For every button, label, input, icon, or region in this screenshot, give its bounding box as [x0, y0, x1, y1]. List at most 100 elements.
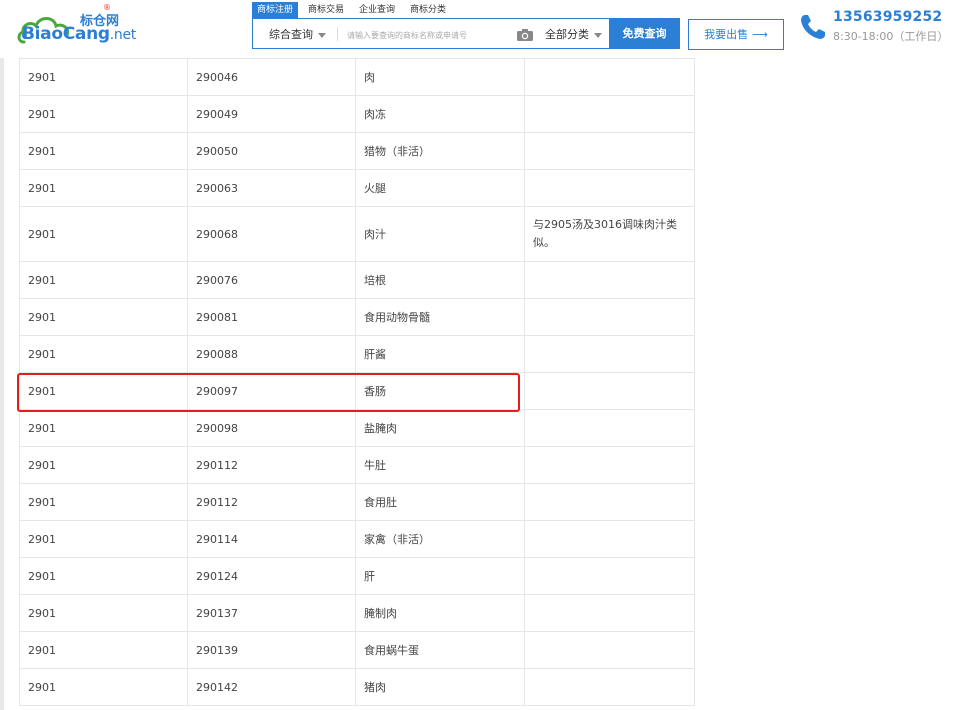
search-input[interactable]: [345, 24, 514, 46]
item-code-cell: 290139: [187, 631, 356, 669]
item-code-cell: 290050: [187, 132, 356, 170]
note-cell: [524, 58, 695, 96]
note-cell: [524, 335, 695, 373]
class-code-cell: 2901: [19, 335, 188, 373]
item-name-cell: 肉汁: [355, 206, 525, 262]
item-code-cell: 290046: [187, 58, 356, 96]
class-code-cell: 2901: [19, 58, 188, 96]
table-row: 2901 290088 肝酱: [19, 335, 695, 373]
table-row: 2901 290050 猎物（非活）: [19, 132, 695, 170]
table-row: 2901 290124 肝: [19, 557, 695, 595]
note-cell: [524, 483, 695, 521]
tab-trademark-classes[interactable]: 商标分类: [405, 2, 451, 18]
item-name-cell: 盐腌肉: [355, 409, 525, 447]
note-cell: 与2905汤及3016调味肉汁类似。: [524, 206, 695, 262]
item-code-cell: 290063: [187, 169, 356, 207]
table-row: 2901 290081 食用动物骨髓: [19, 298, 695, 336]
class-code-cell: 2901: [19, 557, 188, 595]
tab-company-search[interactable]: 企业查询: [354, 2, 400, 18]
tab-trademark-registration[interactable]: 商标注册: [252, 2, 299, 18]
item-name-cell: 火腿: [355, 169, 525, 207]
class-code-cell: 2901: [19, 594, 188, 632]
item-code-cell: 290124: [187, 557, 356, 595]
note-cell: [524, 132, 695, 170]
search-button[interactable]: 免费查询: [609, 18, 680, 49]
note-cell: [524, 409, 695, 447]
camera-icon[interactable]: [516, 28, 534, 42]
note-cell: [524, 446, 695, 484]
item-code-cell: 290097: [187, 372, 356, 410]
item-name-cell: 食用蜗牛蛋: [355, 631, 525, 669]
note-cell: [524, 261, 695, 299]
item-name-cell: 香肠: [355, 372, 525, 410]
item-name-cell: 肝酱: [355, 335, 525, 373]
site-header: 标仓网 ® BiaoCang.net 商标注册 商标交易 企业查询 商标分类 综…: [0, 0, 962, 58]
item-name-cell: 食用动物骨髓: [355, 298, 525, 336]
logo-english-suffix: .net: [109, 27, 137, 43]
class-code-cell: 2901: [19, 261, 188, 299]
table-row: 2901 290142 猪肉: [19, 668, 695, 706]
class-code-cell: 2901: [19, 372, 188, 410]
item-name-cell: 猪肉: [355, 668, 525, 706]
item-code-cell: 290112: [187, 483, 356, 521]
note-cell: [524, 95, 695, 133]
site-logo[interactable]: 标仓网 ® BiaoCang.net: [8, 2, 136, 50]
contact-phone: 13563959252: [833, 9, 943, 25]
sell-button-label: 我要出售: [704, 28, 749, 41]
category-select[interactable]: 全部分类: [545, 19, 602, 50]
chevron-down-icon: [318, 32, 326, 38]
chevron-down-icon: [594, 32, 602, 38]
tab-trademark-trading[interactable]: 商标交易: [303, 2, 349, 18]
table-row: 2901 290046 肉: [19, 58, 695, 96]
class-code-cell: 2901: [19, 206, 188, 262]
contact-hours: 8:30-18:00（工作日）: [833, 30, 949, 43]
table-row: 2901 290063 火腿: [19, 169, 695, 207]
item-code-cell: 290076: [187, 261, 356, 299]
item-name-cell: 腌制肉: [355, 594, 525, 632]
class-code-cell: 2901: [19, 95, 188, 133]
item-name-cell: 食用肚: [355, 483, 525, 521]
table-row: 2901 290114 家禽（非活）: [19, 520, 695, 558]
search-type-value: 综合查询: [269, 28, 313, 41]
class-code-cell: 2901: [19, 132, 188, 170]
goods-table: 2901 290046 肉 2901 290049 肉冻 2901 290050 猎物（非活…: [19, 58, 695, 706]
note-cell: [524, 372, 695, 410]
category-value: 全部分类: [545, 28, 589, 41]
class-code-cell: 2901: [19, 409, 188, 447]
note-cell: [524, 594, 695, 632]
table-row: 2901 290112 食用肚: [19, 483, 695, 521]
table-row: 2901 290049 肉冻: [19, 95, 695, 133]
table-row: 2901 290098 盐腌肉: [19, 409, 695, 447]
note-cell: [524, 169, 695, 207]
search-type-select[interactable]: 综合查询: [269, 19, 326, 50]
table-row: 2901 290139 食用蜗牛蛋: [19, 631, 695, 669]
item-code-cell: 290137: [187, 594, 356, 632]
logo-english-main: BiaoCang: [22, 24, 110, 44]
class-code-cell: 2901: [19, 668, 188, 706]
item-code-cell: 290142: [187, 668, 356, 706]
note-cell: [524, 298, 695, 336]
phone-icon: [801, 15, 825, 39]
class-code-cell: 2901: [19, 446, 188, 484]
item-code-cell: 290098: [187, 409, 356, 447]
note-cell: [524, 557, 695, 595]
search-bar: 综合查询 全部分类 免费查询: [252, 18, 680, 50]
item-name-cell: 肉: [355, 58, 525, 96]
note-cell: [524, 668, 695, 706]
item-code-cell: 290088: [187, 335, 356, 373]
item-name-cell: 肉冻: [355, 95, 525, 133]
class-code-cell: 2901: [19, 520, 188, 558]
class-code-cell: 2901: [19, 298, 188, 336]
item-name-cell: 肝: [355, 557, 525, 595]
page-left-border: [0, 58, 4, 710]
class-code-cell: 2901: [19, 169, 188, 207]
note-cell: [524, 520, 695, 558]
item-code-cell: 290068: [187, 206, 356, 262]
arrow-right-icon: ⟶: [752, 28, 768, 41]
table-row: 2901 290068 肉汁 与2905汤及3016调味肉汁类似。: [19, 206, 695, 262]
search-divider: [337, 27, 338, 41]
sell-trademark-button[interactable]: 我要出售 ⟶: [688, 19, 784, 50]
item-name-cell: 家禽（非活）: [355, 520, 525, 558]
item-name-cell: 猎物（非活）: [355, 132, 525, 170]
item-code-cell: 290081: [187, 298, 356, 336]
